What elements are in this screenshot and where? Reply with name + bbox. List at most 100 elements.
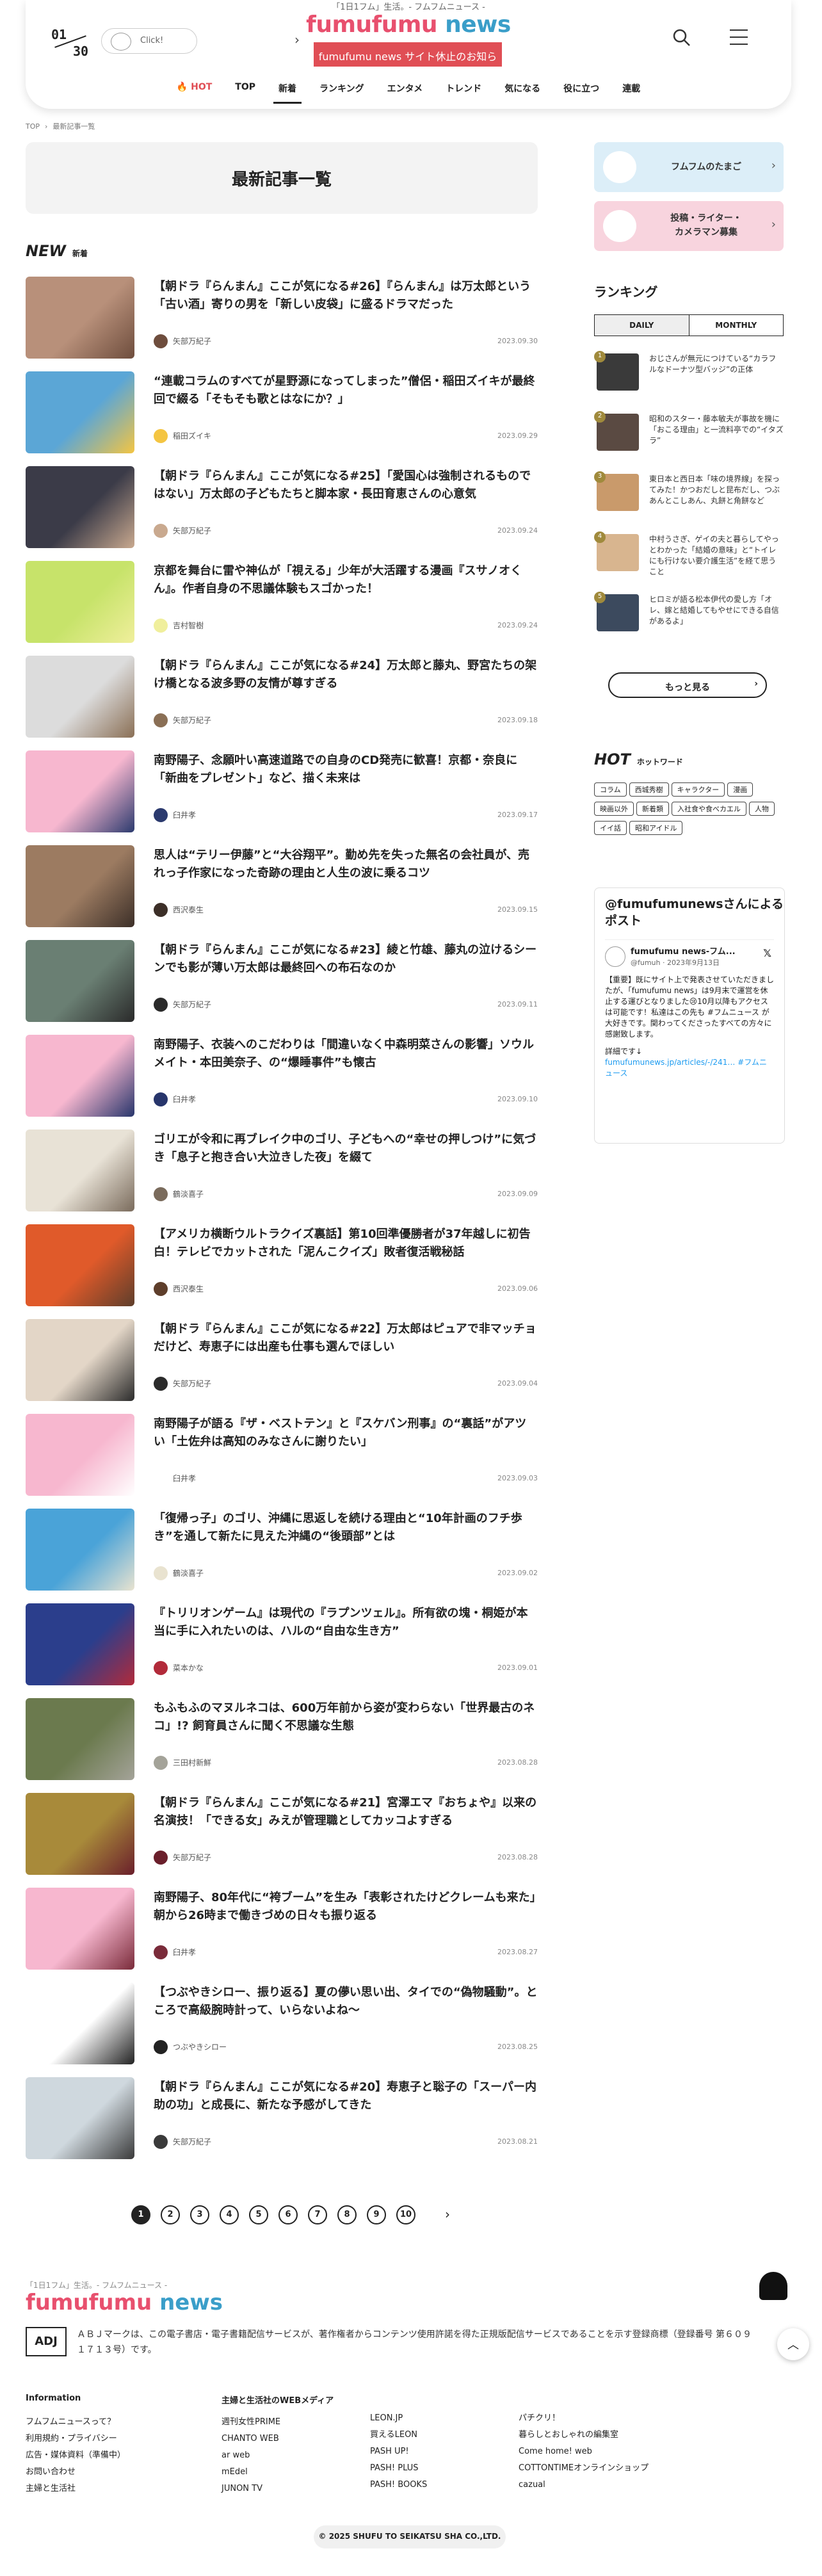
article-thumbnail[interactable] [26, 656, 134, 738]
author-name[interactable]: 矢部万紀子 [173, 1852, 211, 1863]
article-thumbnail[interactable] [26, 1698, 134, 1780]
footer-link[interactable]: CHANTO WEB [222, 2431, 280, 2447]
article-title[interactable]: 【朝ドラ『らんまん』ここが気になる#21】宮澤エマ『おちょや』以来の名演技！「で… [154, 1794, 538, 1830]
scroll-top-button[interactable]: ︿ [777, 2328, 809, 2360]
page-1-button[interactable]: 1 [131, 2205, 150, 2224]
tamago-banner[interactable]: フムフムのたまご › [594, 142, 784, 192]
hot-tag[interactable]: コラム [594, 782, 627, 797]
article-thumbnail[interactable] [26, 466, 134, 548]
closure-notice-button[interactable]: fumufumu news サイト休止のお知らせ [314, 42, 502, 78]
article-thumbnail[interactable] [26, 1414, 134, 1496]
footer-link[interactable]: 広告・媒体資料（準備中） [26, 2447, 125, 2464]
recruit-banner[interactable]: 投稿・ライター・ カメラマン募集 › [594, 201, 784, 251]
footer-link[interactable]: cazual [519, 2477, 649, 2493]
author-name[interactable]: 稲田ズイキ [173, 430, 211, 441]
page-8-button[interactable]: 8 [337, 2205, 357, 2224]
page-7-button[interactable]: 7 [308, 2205, 327, 2224]
tab-monthly[interactable]: MONTHLY [689, 315, 784, 336]
tweet-card[interactable]: 𝕏 fumufumu news-フム... @fumuh · 2023年9月13… [605, 939, 774, 1138]
author-name[interactable]: 三田村新鮮 [173, 1757, 211, 1768]
footer-link[interactable]: 暮らしとおしゃれの編集室 [519, 2427, 649, 2443]
author-name[interactable]: 矢部万紀子 [173, 1378, 211, 1389]
article-card[interactable]: 『トリリオンゲーム』は現代の『ラプンツェル』。所有欲の塊・桐姫が本当に手に入れた… [26, 1603, 538, 1685]
ranking-item[interactable]: 2 昭和のスター・藤本敏夫が事故を機に「おこる理由」と一流料亭での“イタズラ” [594, 411, 784, 467]
article-title[interactable]: “連載コラムのすべてが星野源になってしまった”僧侶・稲田ズイキが最終回で綴る「そ… [154, 373, 538, 409]
author-name[interactable]: 矢部万紀子 [173, 999, 211, 1010]
nav-entame[interactable]: エンタメ [376, 82, 435, 104]
footer-link[interactable]: PASH! BOOKS [370, 2477, 427, 2493]
nav-hot[interactable]: 🔥 HOT [165, 82, 223, 104]
article-title[interactable]: 【朝ドラ『らんまん』ここが気になる#23】綾と竹雄、藤丸の泣けるシーンでも影が薄… [154, 941, 538, 977]
author-name[interactable]: 鶴淡喜子 [173, 1188, 204, 1199]
footer-logo[interactable]: fumufumu news [26, 2290, 223, 2315]
footer-link[interactable]: ar web [222, 2447, 280, 2464]
footer-link[interactable]: LEON.JP [370, 2410, 427, 2427]
footer-link[interactable]: 買えるLEON [370, 2427, 427, 2443]
article-thumbnail[interactable] [26, 1603, 134, 1685]
article-title[interactable]: ゴリエが令和に再ブレイク中のゴリ、子どもへの“幸せの押しつけ”に気づき「息子と抱… [154, 1131, 538, 1167]
page-4-button[interactable]: 4 [220, 2205, 239, 2224]
page-5-button[interactable]: 5 [249, 2205, 268, 2224]
ranking-item[interactable]: 1 おじさんが無元につけている“カラフルなドーナツ型バッジ”の正体 [594, 351, 784, 407]
article-title[interactable]: もふもふのマヌルネコは、600万年前から姿が変わらない「世界最古のネコ」!? 飼… [154, 1699, 538, 1735]
author-name[interactable]: つぶやきシロー [173, 2041, 227, 2052]
article-card[interactable]: 【朝ドラ『らんまん』ここが気になる#24】万太郎と藤丸、野宮たちの架け橋となる波… [26, 656, 538, 738]
author-name[interactable]: 西沢泰生 [173, 904, 204, 915]
article-card[interactable]: 京都を舞台に雷や神仏が「視える」少年が大活躍する漫画『スサノオくん』。作者自身の… [26, 561, 538, 643]
author-name[interactable]: 矢部万紀子 [173, 2136, 211, 2147]
article-title[interactable]: 京都を舞台に雷や神仏が「視える」少年が大活躍する漫画『スサノオくん』。作者自身の… [154, 562, 538, 598]
article-title[interactable]: 思人は“テリー伊藤”と“大谷翔平”。勤め先を失った無名の会社員が、売れっ子作家に… [154, 847, 538, 882]
footer-link[interactable]: フムフムニュースって？ [26, 2414, 125, 2431]
article-thumbnail[interactable] [26, 1224, 134, 1306]
article-card[interactable]: ゴリエが令和に再ブレイク中のゴリ、子どもへの“幸せの押しつけ”に気づき「息子と抱… [26, 1130, 538, 1211]
nav-yakunitatsu[interactable]: 役に立つ [552, 82, 611, 104]
footer-link[interactable]: 利用規約・プライバシー [26, 2431, 125, 2447]
article-thumbnail[interactable] [26, 845, 134, 927]
author-name[interactable]: 臼井孝 [173, 1094, 196, 1105]
article-title[interactable]: 【アメリカ横断ウルトラクイズ裏話】第10回準優勝者が37年越しに初告白！テレビで… [154, 1226, 538, 1261]
article-thumbnail[interactable] [26, 1793, 134, 1875]
article-thumbnail[interactable] [26, 1035, 134, 1117]
author-name[interactable]: 西沢泰生 [173, 1283, 204, 1294]
article-thumbnail[interactable] [26, 1509, 134, 1591]
article-card[interactable]: 【朝ドラ『らんまん』ここが気になる#26】『らんまん』は万太郎という「古い酒」寄… [26, 277, 538, 359]
article-card[interactable]: 【朝ドラ『らんまん』ここが気になる#23】綾と竹雄、藤丸の泣けるシーンでも影が薄… [26, 940, 538, 1022]
hot-tag[interactable]: 新着類 [636, 802, 669, 816]
ranking-item[interactable]: 3 東日本と西日本「味の境界線」を探ってみた！かつおだしと昆布だし、つぶあんとこ… [594, 471, 784, 528]
article-title[interactable]: 【朝ドラ『らんまん』ここが気になる#24】万太郎と藤丸、野宮たちの架け橋となる波… [154, 657, 538, 693]
article-card[interactable]: 南野陽子、衣装へのこだわりは「間違いなく中森明菜さんの影響」ソウルメイト・本田美… [26, 1035, 538, 1117]
footer-link[interactable]: 週刊女性PRIME [222, 2414, 280, 2431]
article-title[interactable]: 【朝ドラ『らんまん』ここが気になる#26】『らんまん』は万太郎という「古い酒」寄… [154, 278, 538, 314]
tab-daily[interactable]: DAILY [595, 315, 689, 336]
bell-icon[interactable] [759, 2272, 787, 2300]
nav-kininaru[interactable]: 気になる [493, 82, 552, 104]
article-thumbnail[interactable] [26, 1888, 134, 1970]
article-thumbnail[interactable] [26, 2077, 134, 2159]
footer-link[interactable]: PASH UP! [370, 2443, 427, 2460]
article-card[interactable]: 【つぶやきシロー、振り返る】夏の儚い思い出、タイでの“偽物騒動”。ところで高級腕… [26, 1982, 538, 2064]
author-name[interactable]: 臼井孝 [173, 1473, 196, 1484]
article-title[interactable]: 南野陽子、衣装へのこだわりは「間違いなく中森明菜さんの影響」ソウルメイト・本田美… [154, 1036, 538, 1072]
article-card[interactable]: 【朝ドラ『らんまん』ここが気になる#25】「愛国心は強制されるものではない」万太… [26, 466, 538, 548]
footer-link[interactable]: JUNON TV [222, 2481, 280, 2497]
article-card[interactable]: 南野陽子、80年代に“袴ブーム”を生み「表彰されたけどクレームも来た」朝から26… [26, 1888, 538, 1970]
article-card[interactable]: 南野陽子が語る『ザ・ベストテン』と『スケバン刑事』の“裏話”がアツい「土佐弁は高… [26, 1414, 538, 1496]
footer-link[interactable]: パチクリ！ [519, 2410, 649, 2427]
article-title[interactable]: 【朝ドラ『らんまん』ここが気になる#25】「愛国心は強制されるものではない」万太… [154, 467, 538, 503]
footer-link[interactable]: mEdel [222, 2464, 280, 2481]
footer-link[interactable]: PASH! PLUS [370, 2460, 427, 2477]
article-thumbnail[interactable] [26, 371, 134, 453]
article-card[interactable]: 南野陽子、念願叶い高速道路での自身のCD発売に歓喜！京都・奈良に「新曲をプレゼン… [26, 750, 538, 832]
author-name[interactable]: 矢部万紀子 [173, 715, 211, 725]
article-title[interactable]: 【朝ドラ『らんまん』ここが気になる#22】万太郎はピュアで非マッチョだけど、寿恵… [154, 1320, 538, 1356]
article-thumbnail[interactable] [26, 277, 134, 359]
article-card[interactable]: もふもふのマヌルネコは、600万年前から姿が変わらない「世界最古のネコ」!? 飼… [26, 1698, 538, 1780]
ranking-title[interactable]: おじさんが無元につけている“カラフルなドーナツ型バッジ”の正体 [649, 353, 784, 375]
hot-tag[interactable]: イイ話 [594, 821, 627, 835]
article-title[interactable]: 『トリリオンゲーム』は現代の『ラプンツェル』。所有欲の塊・桐姫が本当に手に入れた… [154, 1605, 538, 1640]
breadcrumb-top[interactable]: TOP [26, 122, 40, 131]
ranking-item[interactable]: 4 中村うさぎ、ゲイの夫と暮らしてやっとわかった「結婚の意味」と“トイレにも行け… [594, 531, 784, 588]
author-name[interactable]: 吉村智樹 [173, 620, 204, 631]
hot-tag[interactable]: キャラクター [671, 782, 725, 797]
article-card[interactable]: 【朝ドラ『らんまん』ここが気になる#21】宮澤エマ『おちょや』以来の名演技！「で… [26, 1793, 538, 1875]
